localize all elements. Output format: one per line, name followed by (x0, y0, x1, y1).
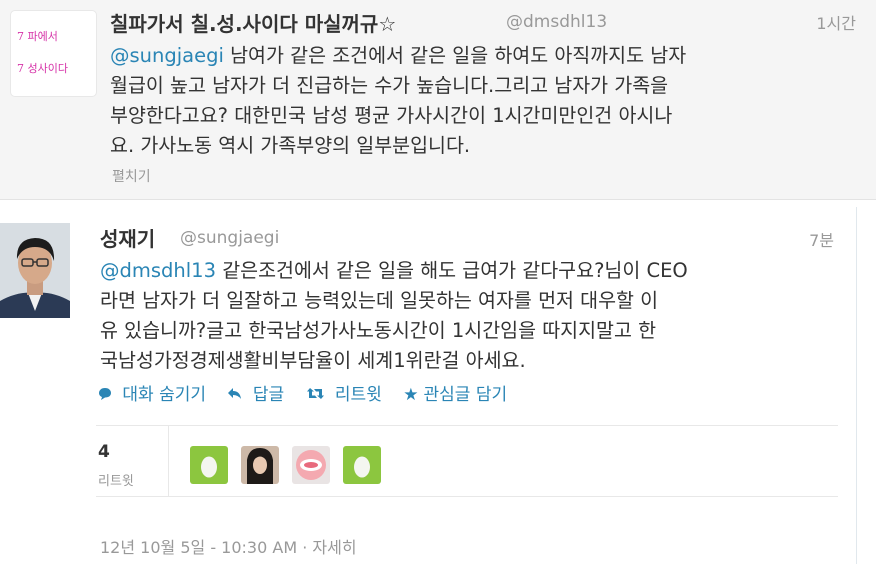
tweet-text: @sungjaegi 남여가 같은 조건에서 같은 일을 하여도 아직까지도 남… (110, 41, 860, 161)
tweet-text-line: 월급이 높고 남자가 더 진급하는 수가 높습니다.그리고 남자가 가족을 (110, 74, 669, 97)
retweeter-avatars (190, 446, 389, 484)
details-link[interactable]: 자세히 (312, 538, 356, 557)
expand-link[interactable]: 펼치기 (112, 166, 151, 186)
egg-icon (343, 446, 382, 484)
retweeter-avatar[interactable] (292, 446, 331, 484)
divider (168, 426, 169, 496)
author-handle[interactable]: @sungjaegi (180, 228, 279, 248)
tweet-text-line: 국남성가정경제생활비부담율이 세계1위란걸 아세요. (100, 349, 526, 372)
parent-tweet[interactable]: 7 파에서 7 성사이다 칠파가서 칠.성.사이다 마실꺼규☆ @dmsdhl1… (0, 0, 876, 200)
mention-link[interactable]: @dmsdhl13 (100, 259, 216, 282)
person-photo-icon (241, 446, 280, 484)
egg-icon (190, 446, 228, 484)
retweet-count[interactable]: 4 (98, 442, 110, 462)
tweet-text-line: 라면 남자가 더 일잘하고 능력있는데 일못하는 여자를 먼저 대우할 이 (100, 289, 659, 312)
avatar-text-line-2: 7 성사이다 (17, 62, 68, 75)
reply-tweet[interactable]: 성재기 @sungjaegi 7분 @dmsdhl13 같은조건에서 같은 일을… (0, 207, 857, 564)
badge-logo-icon (292, 446, 331, 484)
tweet-text-line: 같은조건에서 같은 일을 해도 급여가 같다구요?님이 CEO (216, 259, 688, 282)
person-photo-icon (0, 223, 70, 318)
speech-bubble-icon (98, 385, 117, 405)
avatar[interactable] (0, 223, 70, 318)
retweeter-avatar[interactable] (241, 446, 280, 484)
mention-link[interactable]: @sungjaegi (110, 44, 224, 67)
reply-label: 답글 (252, 385, 285, 405)
author-name[interactable]: 칠파가서 칠.성.사이다 마실꺼규☆ (110, 8, 396, 37)
retweet-count-label: 리트윗 (98, 474, 134, 489)
tweet-text: @dmsdhl13 같은조건에서 같은 일을 해도 급여가 같다구요?님이 CE… (100, 256, 840, 376)
tweet-timestamp[interactable]: 1시간 (816, 10, 856, 34)
tweet-date: 12년 10월 5일 - 10:30 AM (100, 538, 298, 557)
author-handle[interactable]: @dmsdhl13 (506, 12, 607, 32)
reply-button[interactable]: 답글 (227, 380, 284, 405)
avatar-text-line-1: 7 파에서 (17, 30, 58, 43)
tweet-meta: 12년 10월 5일 - 10:30 AM · 자세히 (100, 534, 357, 558)
tweet-actions: 대화 숨기기 답글 리트윗 ★ 관심글 담기 (98, 380, 523, 405)
retweet-label: 리트윗 (334, 385, 382, 405)
avatar[interactable]: 7 파에서 7 성사이다 (10, 10, 97, 97)
retweeter-avatar[interactable] (343, 446, 382, 484)
favorite-label: 관심글 담기 (423, 385, 508, 405)
retweet-button[interactable]: 리트윗 (306, 380, 382, 405)
tweet-text-line: 요. 가사노동 역시 가족부양의 일부분입니다. (110, 134, 471, 157)
hide-conversation-button[interactable]: 대화 숨기기 (98, 380, 206, 405)
reply-arrow-icon (227, 385, 247, 405)
meta-separator: · (297, 538, 313, 557)
tweet-timestamp[interactable]: 7분 (809, 227, 834, 251)
author-name[interactable]: 성재기 (100, 223, 155, 252)
star-icon: ★ (403, 385, 419, 405)
retweet-icon (306, 385, 330, 405)
tweet-text-line: 부양한다고요? 대한민국 남성 평균 가사시간이 1시간미만인건 아시나 (110, 104, 673, 127)
retweeter-avatar[interactable] (190, 446, 228, 484)
tweet-text-line: 남여가 같은 조건에서 같은 일을 하여도 아직까지도 남자 (223, 44, 687, 67)
tweet-stats: 4 리트윗 (96, 425, 838, 497)
hide-conversation-label: 대화 숨기기 (122, 385, 207, 405)
favorite-button[interactable]: ★ 관심글 담기 (403, 380, 507, 405)
tweet-text-line: 유 있습니까?글고 한국남성가사노동시간이 1시간임을 따지지말고 한 (100, 319, 657, 342)
